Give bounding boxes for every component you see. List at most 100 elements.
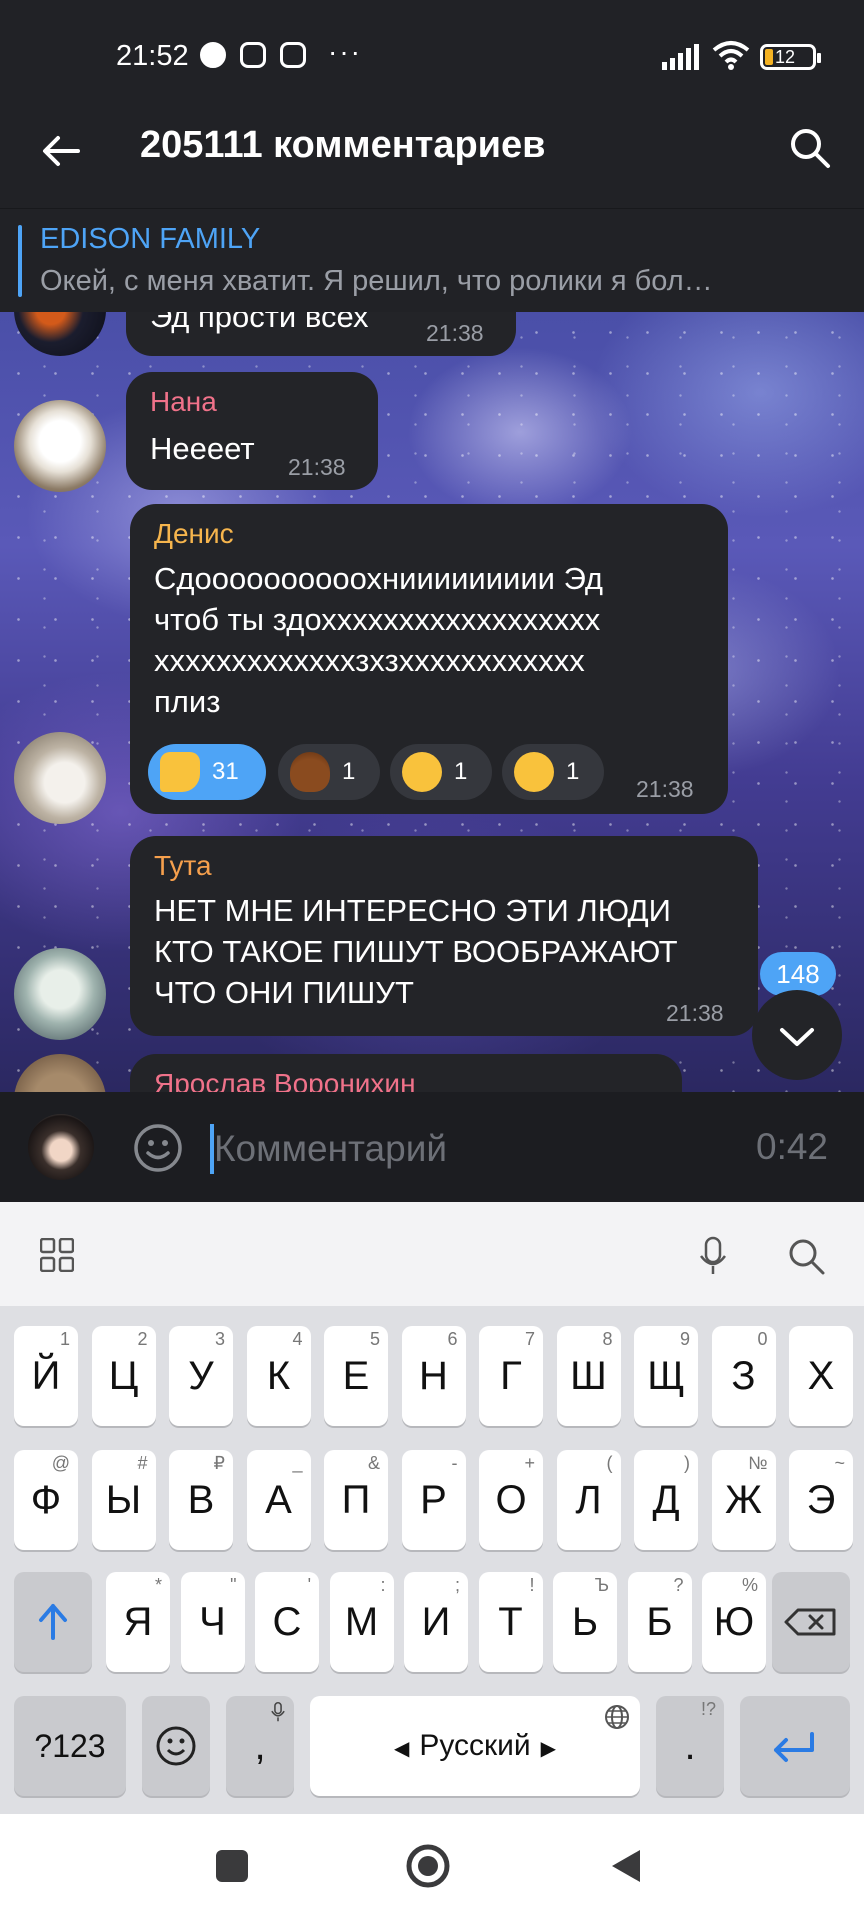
backspace-key[interactable] (772, 1572, 850, 1672)
apps-grid-icon[interactable] (40, 1238, 74, 1272)
globe-icon (605, 1705, 629, 1729)
enter-key[interactable] (740, 1696, 850, 1796)
message-bubble[interactable]: Нана Нееeет 21:38 (126, 372, 378, 490)
key-Ы[interactable]: Ы # (91, 1450, 156, 1550)
chrome-icon (200, 42, 226, 68)
comment-input-bar: Комментарий 0:42 (0, 1092, 864, 1202)
pinned-message[interactable]: EDISON FAMILY Окей, с меня хватит. Я реш… (0, 208, 864, 312)
message-bubble[interactable]: Ярослав Воронихин (130, 1054, 682, 1092)
avatar[interactable] (14, 732, 106, 824)
key-secondary: # (137, 1453, 148, 1473)
key-В[interactable]: В ₽ (169, 1450, 233, 1550)
key-Ж[interactable]: Ж № (711, 1450, 776, 1550)
comma-key[interactable]: , (226, 1696, 294, 1796)
shift-key[interactable] (14, 1572, 92, 1672)
pinned-accent-bar (18, 225, 22, 297)
key-label: Ч (199, 1600, 226, 1644)
key-label: Э (806, 1478, 836, 1522)
space-key[interactable]: ◀ Русский ▶ (310, 1696, 640, 1796)
back-triangle-icon[interactable] (606, 1846, 646, 1886)
emoji-key[interactable] (142, 1696, 210, 1796)
poop-icon (290, 752, 330, 792)
period-key[interactable]: . !? (656, 1696, 724, 1796)
key-label: З (731, 1354, 756, 1398)
message-bubble[interactable]: Денис Сдоооооооооохниииииииии Эд чтоб ты… (130, 504, 728, 814)
key-Б[interactable]: Б? (627, 1572, 692, 1672)
message-text: Эд прости всех (150, 312, 369, 334)
key-Г[interactable]: Г7 (479, 1326, 543, 1426)
message-bubble[interactable]: Эд прости всех 21:38 (126, 312, 516, 356)
key-А[interactable]: А _ (246, 1450, 311, 1550)
key-Л[interactable]: Л( (556, 1450, 621, 1550)
reaction-neutral-face[interactable]: 1 (502, 744, 604, 800)
search-icon[interactable] (786, 124, 834, 172)
more-notifications-icon: ··· (328, 36, 362, 67)
key-Ф[interactable]: Ф @ (14, 1450, 78, 1550)
key-secondary: 8 (602, 1329, 613, 1349)
chevron-down-icon (780, 1028, 814, 1046)
key-label: М (344, 1600, 379, 1644)
key-Ц[interactable]: Ц2 (91, 1326, 156, 1426)
reaction-poop[interactable]: 1 (278, 744, 380, 800)
key-Й[interactable]: Й1 (14, 1326, 78, 1426)
key-label: Т (498, 1600, 523, 1644)
search-icon[interactable] (786, 1236, 826, 1276)
key-Ш[interactable]: Ш8 (556, 1326, 621, 1426)
thumbs-down-icon (160, 752, 200, 792)
home-circle-icon[interactable] (404, 1842, 452, 1890)
key-secondary: & (367, 1453, 380, 1473)
avatar[interactable] (14, 400, 106, 492)
enter-icon (774, 1732, 814, 1762)
user-avatar[interactable] (28, 1114, 94, 1180)
key-З[interactable]: З0 (711, 1326, 776, 1426)
key-secondary: " (230, 1575, 237, 1595)
battery-icon: 12 (760, 44, 821, 70)
key-label: Ж (725, 1478, 762, 1522)
key-Ч[interactable]: Ч " (180, 1572, 245, 1672)
key-Т[interactable]: Т! (478, 1572, 543, 1672)
key-label: Д (652, 1478, 680, 1522)
key-Е[interactable]: Е5 (324, 1326, 388, 1426)
pinned-author: EDISON FAMILY (40, 223, 261, 255)
key-Д[interactable]: Д) (634, 1450, 698, 1550)
key-М[interactable]: М: (329, 1572, 394, 1672)
key-П[interactable]: П & (324, 1450, 388, 1550)
key-Н[interactable]: Н6 (401, 1326, 466, 1426)
microphone-icon[interactable] (698, 1236, 728, 1276)
key-У[interactable]: У3 (169, 1326, 233, 1426)
key-К[interactable]: К4 (246, 1326, 311, 1426)
key-Ь[interactable]: ЬЪ (553, 1572, 617, 1672)
reaction-raised-eyebrow[interactable]: 1 (390, 744, 492, 800)
reaction-thumbs-down[interactable]: 31 (148, 744, 266, 800)
keyboard: Й1Ц2У3К4Е5Н6Г7Ш8Щ9З0Х Ф @ Ы # В ₽ А _ П & Р - О + Л(Д)… (0, 1306, 864, 1814)
key-С[interactable]: С ' (255, 1572, 319, 1672)
status-bar: 21:52 ··· 12 (0, 0, 864, 110)
key-Я[interactable]: Я * (106, 1572, 170, 1672)
back-arrow-icon[interactable] (38, 128, 84, 174)
avatar[interactable] (14, 948, 106, 1040)
key-О[interactable]: О + (479, 1450, 543, 1550)
space-language-label: Русский (419, 1729, 531, 1762)
key-Х[interactable]: Х (789, 1326, 853, 1426)
key-Щ[interactable]: Щ9 (634, 1326, 698, 1426)
chat-area[interactable]: Эд прости всех 21:38 Нана Нееeет 21:38 Д… (0, 312, 864, 1092)
emoji-icon[interactable] (132, 1122, 184, 1174)
key-label: Ы (105, 1478, 142, 1522)
message-author: Тута (154, 850, 212, 881)
key-И[interactable]: И; (404, 1572, 468, 1672)
message-bubble[interactable]: Тута НЕТ МНЕ ИНТЕРЕСНО ЭТИ ЛЮДИ КТО ТАКО… (130, 836, 758, 1036)
key-Р[interactable]: Р- (401, 1450, 466, 1550)
key-label: А (265, 1478, 292, 1522)
message-text-line: чтоб ты здохххххххххххххххххх (154, 602, 601, 637)
key-secondary: 0 (757, 1329, 768, 1349)
comment-input[interactable]: Комментарий (214, 1128, 447, 1170)
numbers-key[interactable]: ?123 (14, 1696, 126, 1796)
key-secondary: ( (606, 1453, 613, 1473)
recents-square-icon[interactable] (212, 1846, 252, 1886)
key-Ю[interactable]: Ю% (702, 1572, 766, 1672)
message-text-line: хххххххххххххзхзхххххххххххх (154, 643, 585, 678)
key-Э[interactable]: Э ~ (789, 1450, 853, 1550)
key-label: Й (31, 1354, 61, 1398)
space-left-arrow-icon: ◀ (393, 1738, 410, 1760)
scroll-down-button[interactable] (752, 990, 842, 1080)
